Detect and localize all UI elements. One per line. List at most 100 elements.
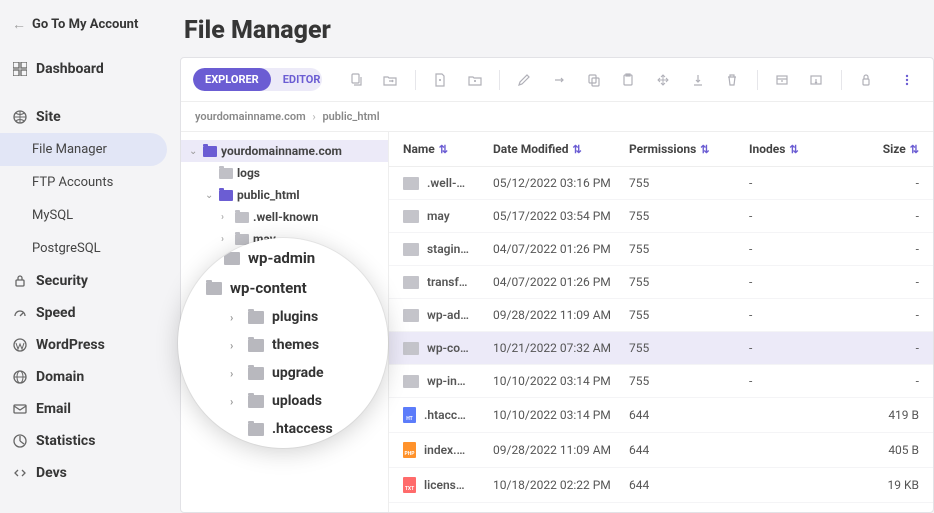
- table-row[interactable]: .htacc…10/10/2022 03:14 PM644419 B: [389, 398, 933, 433]
- tree-item[interactable]: ⌄yourdomainname.com: [181, 140, 388, 162]
- delete-icon[interactable]: [724, 71, 741, 89]
- cell-size: 419 B: [859, 408, 919, 422]
- cell-size: 405 B: [859, 443, 919, 457]
- file-name: may: [427, 209, 450, 223]
- code-icon: [12, 466, 28, 480]
- folder-icon: [248, 339, 264, 352]
- file-copy-icon[interactable]: [347, 71, 364, 89]
- nav-domain-label: Domain: [36, 369, 84, 385]
- nav-postgresql[interactable]: PostgreSQL: [0, 232, 175, 265]
- folder-icon: [403, 243, 419, 256]
- file-name: wp-in…: [427, 374, 466, 388]
- move-icon[interactable]: [655, 71, 672, 89]
- table-row[interactable]: .well-…05/12/2022 03:16 PM755--: [389, 167, 933, 200]
- breadcrumb-item[interactable]: yourdomainname.com: [195, 110, 306, 123]
- back-to-account-link[interactable]: ← Go To My Account: [0, 12, 175, 37]
- file-name: .well-…: [427, 176, 465, 190]
- nav-wordpress[interactable]: WordPress: [0, 329, 175, 361]
- nav-dashboard[interactable]: Dashboard: [0, 53, 175, 85]
- zoom-item-plugins[interactable]: › plugins: [206, 303, 388, 331]
- gauge-icon: [12, 306, 28, 320]
- chevron-right-icon: ›: [230, 367, 240, 380]
- zoom-item-upgrade[interactable]: › upgrade: [206, 359, 388, 387]
- table-row[interactable]: wp-ad…09/28/2022 11:09 AM755--: [389, 299, 933, 332]
- cell-perm: 755: [629, 308, 749, 322]
- chart-icon: [12, 434, 28, 448]
- globe-icon: [12, 110, 28, 124]
- table-row[interactable]: wp-in…10/10/2022 03:14 PM755--: [389, 365, 933, 398]
- nav-statistics[interactable]: Statistics: [0, 425, 175, 457]
- table-row[interactable]: index.…09/28/2022 11:09 AM644405 B: [389, 433, 933, 468]
- table-row[interactable]: wp-co…10/21/2022 07:32 AM755--: [389, 332, 933, 365]
- new-file-icon[interactable]: [432, 71, 449, 89]
- nav-mysql[interactable]: MySQL: [0, 199, 175, 232]
- edit-icon[interactable]: [516, 71, 533, 89]
- col-date[interactable]: Date Modified⇅: [493, 142, 629, 156]
- cell-date: 05/17/2022 03:54 PM: [493, 209, 629, 223]
- zoom-callout: › wp-admin wp-content › plugins › themes…: [178, 238, 388, 448]
- nav-statistics-label: Statistics: [36, 433, 95, 449]
- file-icon: [403, 407, 416, 423]
- tree-item[interactable]: ⌄public_html: [181, 184, 388, 206]
- zoom-item-themes[interactable]: › themes: [206, 331, 388, 359]
- wordpress-icon: [12, 338, 28, 352]
- tree-label: logs: [237, 166, 260, 180]
- nav-ftp-accounts[interactable]: FTP Accounts: [0, 166, 175, 199]
- tree-item[interactable]: ›.well-known: [181, 206, 388, 228]
- cell-perm: 755: [629, 242, 749, 256]
- cell-inodes: -: [749, 341, 859, 355]
- tree-item[interactable]: logs: [181, 162, 388, 184]
- table-row[interactable]: licens…10/18/2022 02:22 PM64419 KB: [389, 468, 933, 503]
- table-row[interactable]: may05/17/2022 03:54 PM755--: [389, 200, 933, 233]
- col-size[interactable]: Size⇅: [859, 142, 919, 156]
- paste-icon[interactable]: [620, 71, 637, 89]
- cell-size: -: [859, 374, 919, 388]
- file-name: licens…: [424, 478, 465, 492]
- table-row[interactable]: stagin…04/07/2022 01:26 PM755--: [389, 233, 933, 266]
- more-icon[interactable]: [898, 71, 915, 89]
- table-header: Name⇅ Date Modified⇅ Permissions⇅ Inodes…: [389, 132, 933, 167]
- folder-icon: [206, 282, 222, 295]
- cell-inodes: -: [749, 176, 859, 190]
- nav-speed[interactable]: Speed: [0, 297, 175, 329]
- col-inodes[interactable]: Inodes⇅: [749, 142, 859, 156]
- cell-perm: 755: [629, 374, 749, 388]
- col-permissions[interactable]: Permissions⇅: [629, 142, 749, 156]
- rename-icon[interactable]: [551, 71, 568, 89]
- breadcrumb-item[interactable]: public_html: [322, 110, 379, 123]
- folder-icon: [248, 367, 264, 380]
- nav-devs[interactable]: Devs: [0, 457, 175, 489]
- zoom-item-uploads[interactable]: › uploads: [206, 387, 388, 415]
- cell-date: 05/12/2022 03:16 PM: [493, 176, 629, 190]
- nav-speed-label: Speed: [36, 305, 76, 321]
- col-name[interactable]: Name⇅: [403, 142, 493, 156]
- chevron-icon: ›: [221, 212, 231, 223]
- file-name: index.…: [424, 443, 465, 457]
- chevron-right-icon: ›: [312, 110, 315, 123]
- table-row[interactable]: transf…04/07/2022 01:26 PM755--: [389, 266, 933, 299]
- tab-editor[interactable]: EDITOR: [271, 68, 322, 91]
- nav-domain[interactable]: Domain: [0, 361, 175, 393]
- cell-perm: 644: [629, 478, 749, 492]
- archive-icon[interactable]: [773, 71, 790, 89]
- nav-file-manager[interactable]: File Manager: [0, 133, 167, 166]
- folder-move-icon[interactable]: [382, 71, 399, 89]
- nav-site-label: Site: [36, 109, 61, 125]
- copy-icon[interactable]: [585, 71, 602, 89]
- nav-security[interactable]: Security: [0, 265, 175, 297]
- breadcrumb: yourdomainname.com › public_html: [181, 102, 933, 132]
- sort-icon: ⇅: [573, 143, 582, 156]
- extract-icon[interactable]: [808, 71, 825, 89]
- nav-site[interactable]: Site: [0, 101, 175, 133]
- download-icon[interactable]: [689, 71, 706, 89]
- tab-explorer[interactable]: EXPLORER: [193, 68, 271, 91]
- envelope-icon: [12, 402, 28, 416]
- nav-email[interactable]: Email: [0, 393, 175, 425]
- chevron-icon: ⌄: [189, 146, 199, 157]
- new-folder-icon[interactable]: [466, 71, 483, 89]
- permissions-icon[interactable]: [858, 71, 875, 89]
- nav-dashboard-label: Dashboard: [36, 61, 104, 77]
- cell-inodes: -: [749, 275, 859, 289]
- zoom-item-wp-content[interactable]: wp-content: [206, 273, 388, 303]
- cell-date: 10/18/2022 02:22 PM: [493, 478, 629, 492]
